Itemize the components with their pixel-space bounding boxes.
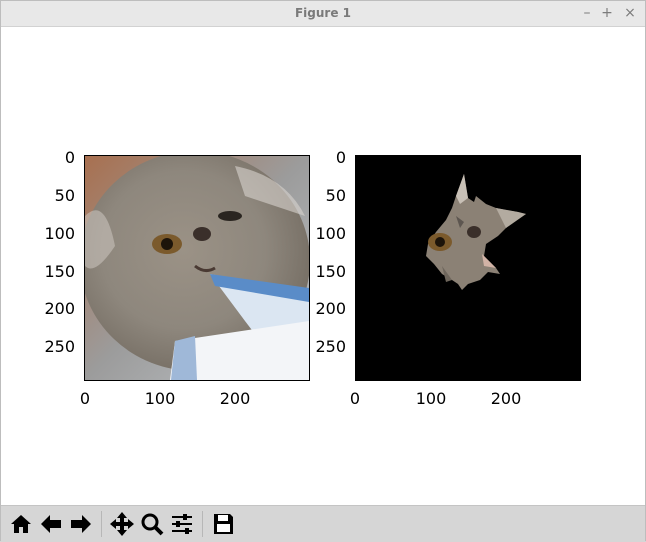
right-ytick-50: 50 [325,186,346,205]
toolbar-separator [202,511,203,537]
left-xtick-200: 200 [219,389,251,408]
right-xtick-0: 0 [349,389,361,408]
close-button[interactable]: × [620,3,640,23]
left-ytick-100: 100 [44,224,75,243]
pan-icon [110,512,134,536]
left-ytick-150: 150 [44,262,75,281]
left-ytick-200: 200 [44,299,75,318]
title-bar[interactable]: Figure 1 – + × [1,1,645,27]
window-title: Figure 1 [294,6,352,20]
back-button[interactable] [37,510,65,538]
left-axes[interactable] [80,151,310,381]
save-icon [214,514,233,534]
pan-button[interactable] [108,510,136,538]
forward-button[interactable] [67,510,95,538]
right-xtick-100: 100 [415,389,447,408]
left-xtick-0: 0 [79,389,91,408]
left-ytick-0: 0 [64,148,75,167]
home-button[interactable] [7,510,35,538]
right-ytick-250: 250 [315,337,346,356]
home-icon [11,515,31,533]
save-button[interactable] [209,510,237,538]
configure-subplots-button[interactable] [168,510,196,538]
left-ytick-50: 50 [54,186,75,205]
forward-icon [71,515,91,533]
navigation-toolbar [1,505,645,542]
masked-cat-image [356,156,580,380]
figure-window: Figure 1 – + × 0 50 100 150 200 250 0 10… [0,0,646,542]
toolbar-separator [101,511,102,537]
maximize-button[interactable]: + [597,3,617,23]
configure-subplots-icon [172,514,192,534]
left-ytick-250: 250 [44,337,75,356]
figure-canvas[interactable]: 0 50 100 150 200 250 0 100 200 0 50 100 … [1,27,645,505]
right-ytick-150: 150 [315,262,346,281]
back-icon [41,515,61,533]
right-ytick-200: 200 [315,299,346,318]
cat-photo-image [80,151,310,380]
right-ytick-0: 0 [335,148,346,167]
left-xtick-100: 100 [144,389,176,408]
zoom-icon [141,513,164,536]
right-axes[interactable] [355,155,581,381]
minimize-button[interactable]: – [577,3,597,23]
right-ytick-100: 100 [315,224,346,243]
right-xtick-200: 200 [490,389,522,408]
zoom-button[interactable] [138,510,166,538]
